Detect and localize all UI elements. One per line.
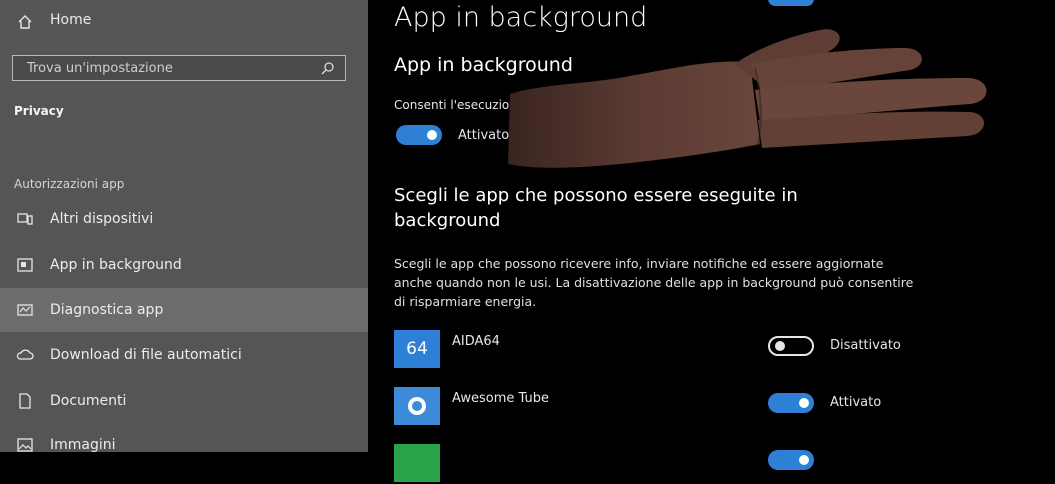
settings-search-input[interactable]: Trova un'impostazione — [12, 55, 346, 81]
sidebar-item-label: Immagini — [50, 437, 116, 453]
settings-sidebar: Home Trova un'impostazione Privacy Autor… — [0, 0, 368, 453]
sidebar-item-label: Documenti — [50, 393, 127, 409]
search-icon[interactable] — [319, 59, 337, 77]
sidebar-item-altri-dispositivi[interactable]: Altri dispositivi — [0, 197, 368, 241]
sidebar-item-download-file[interactable]: Download di file automatici — [0, 333, 368, 377]
devices-icon — [14, 210, 36, 228]
sidebar-item-app-in-background[interactable]: App in background — [0, 243, 368, 287]
group-title: Autorizzazioni app — [14, 177, 125, 191]
background-apps-master-toggle[interactable] — [396, 125, 442, 145]
sidebar-item-home[interactable]: Home — [0, 0, 368, 44]
choose-apps-heading: Scegli le app che possono essere eseguit… — [394, 185, 798, 231]
sidebar-item-diagnostica-app[interactable]: Diagnostica app — [0, 288, 368, 332]
aida64-app-icon: 64 — [394, 330, 440, 368]
play-circle-icon — [408, 397, 426, 415]
sidebar-item-label: Download di file automatici — [50, 347, 242, 363]
app-row-awesome-tube: Awesome Tube Attivato — [394, 387, 1034, 427]
cloud-icon — [14, 346, 36, 364]
sidebar-item-documenti[interactable]: Documenti — [0, 379, 368, 423]
choose-apps-description: Scegli le app che possono ricevere info,… — [394, 256, 914, 309]
section-title: Privacy — [14, 104, 64, 118]
sidebar-item-label: Altri dispositivi — [50, 211, 154, 227]
sidebar-item-label: Home — [50, 12, 92, 28]
app-background-toggle[interactable] — [768, 450, 814, 470]
search-placeholder: Trova un'impostazione — [27, 60, 173, 76]
app-name: AIDA64 — [452, 334, 500, 349]
aida64-background-toggle[interactable] — [768, 336, 814, 356]
background-apps-icon — [14, 256, 36, 274]
hand-overlay — [508, 29, 987, 168]
app-toggle-state: Attivato — [830, 395, 882, 410]
awesome-tube-background-toggle[interactable] — [768, 393, 814, 413]
diagnostics-icon — [14, 301, 36, 319]
image-icon — [14, 436, 36, 454]
app-row-partial — [394, 444, 1034, 484]
app-toggle-state: Disattivato — [830, 338, 901, 353]
sidebar-item-label: App in background — [50, 257, 182, 273]
partial-toggle[interactable] — [768, 0, 814, 6]
app-name: Awesome Tube — [452, 391, 549, 406]
awesome-tube-app-icon — [394, 387, 440, 425]
app-icon-text: 64 — [406, 339, 428, 359]
app-row-aida64: 64 AIDA64 Disattivato — [394, 330, 1034, 370]
app-icon — [394, 444, 440, 482]
sidebar-item-immagini[interactable]: Immagini — [0, 423, 368, 467]
sidebar-item-label: Diagnostica app — [50, 302, 164, 318]
home-icon — [14, 13, 36, 31]
document-icon — [14, 392, 36, 410]
